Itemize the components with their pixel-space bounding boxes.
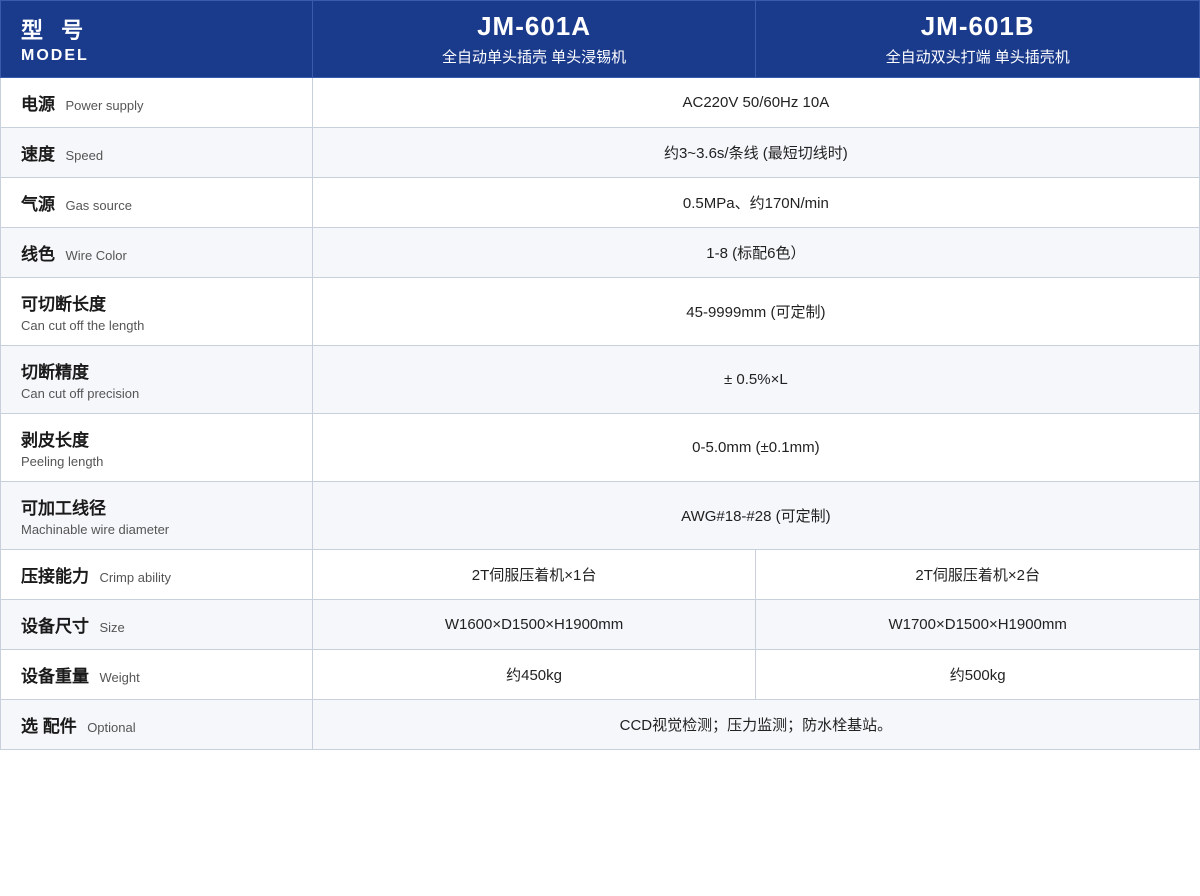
label-zh-wire_dia: 可加工线径 <box>21 494 292 519</box>
table-row: 速度 Speed 约3~3.6s/条线 (最短切线时) <box>1 128 1200 178</box>
label-en-cut_precision: Can cut off precision <box>21 386 292 401</box>
value-cell-optional: CCD视觉检测；压力监测；防水栓基站。 <box>312 700 1199 750</box>
jm601a-name: JM-601A <box>329 11 740 42</box>
label-en-speed: Speed <box>65 148 103 163</box>
table-row: 电源 Power supply AC220V 50/60Hz 10A <box>1 78 1200 128</box>
label-cell-wire_color: 线色 Wire Color <box>1 228 313 278</box>
label-cell-size: 设备尺寸 Size <box>1 600 313 650</box>
label-cell-gas: 气源 Gas source <box>1 178 313 228</box>
label-cell-power: 电源 Power supply <box>1 78 313 128</box>
value-a-cell-size: W1600×D1500×H1900mm <box>312 600 756 650</box>
value-cell-speed: 约3~3.6s/条线 (最短切线时) <box>312 128 1199 178</box>
jm601a-desc: 全自动单头插壳 单头浸锡机 <box>329 46 740 67</box>
table-row: 切断精度 Can cut off precision ± 0.5%×L <box>1 346 1200 414</box>
table-row: 设备重量 Weight 约450kg约500kg <box>1 650 1200 700</box>
table-row: 剥皮长度 Peeling length 0-5.0mm (±0.1mm) <box>1 414 1200 482</box>
table-row: 压接能力 Crimp ability 2T伺服压着机×1台2T伺服压着机×2台 <box>1 550 1200 600</box>
table-row: 设备尺寸 Size W1600×D1500×H1900mmW1700×D1500… <box>1 600 1200 650</box>
jm601a-header: JM-601A 全自动单头插壳 单头浸锡机 <box>312 1 756 78</box>
value-cell-peel_length: 0-5.0mm (±0.1mm) <box>312 414 1199 482</box>
label-cell-wire_dia: 可加工线径 Machinable wire diameter <box>1 482 313 550</box>
model-zh-label: 型 号 <box>21 13 296 45</box>
value-cell-gas: 0.5MPa、约170N/min <box>312 178 1199 228</box>
table-row: 气源 Gas source 0.5MPa、约170N/min <box>1 178 1200 228</box>
value-cell-wire_color: 1-8 (标配6色） <box>312 228 1199 278</box>
label-zh-gas: 气源 <box>21 195 55 214</box>
label-zh-optional: 选 配件 <box>21 717 77 736</box>
label-zh-power: 电源 <box>21 95 55 114</box>
label-en-power: Power supply <box>65 98 143 113</box>
label-cell-optional: 选 配件 Optional <box>1 700 313 750</box>
label-en-size: Size <box>99 620 124 635</box>
value-cell-cut_precision: ± 0.5%×L <box>312 346 1199 414</box>
model-en-label: MODEL <box>21 47 296 65</box>
jm601b-header: JM-601B 全自动双头打端 单头插壳机 <box>756 1 1200 78</box>
jm601b-desc: 全自动双头打端 单头插壳机 <box>772 46 1183 67</box>
label-en-weight: Weight <box>99 670 139 685</box>
label-cell-cut_length: 可切断长度 Can cut off the length <box>1 278 313 346</box>
label-zh-wire_color: 线色 <box>21 245 55 264</box>
value-cell-cut_length: 45-9999mm (可定制) <box>312 278 1199 346</box>
label-cell-weight: 设备重量 Weight <box>1 650 313 700</box>
label-cell-crimp: 压接能力 Crimp ability <box>1 550 313 600</box>
label-en-optional: Optional <box>87 720 135 735</box>
table-row: 可切断长度 Can cut off the length 45-9999mm (… <box>1 278 1200 346</box>
label-en-cut_length: Can cut off the length <box>21 318 292 333</box>
label-en-peel_length: Peeling length <box>21 454 292 469</box>
label-zh-cut_precision: 切断精度 <box>21 358 292 383</box>
spec-table-container: 型 号 MODEL JM-601A 全自动单头插壳 单头浸锡机 JM-601B … <box>0 0 1200 750</box>
label-zh-weight: 设备重量 <box>21 667 89 686</box>
table-row: 选 配件 Optional CCD视觉检测；压力监测；防水栓基站。 <box>1 700 1200 750</box>
model-header: 型 号 MODEL <box>1 1 313 78</box>
label-en-wire_color: Wire Color <box>65 248 126 263</box>
label-zh-crimp: 压接能力 <box>21 567 89 586</box>
header-row: 型 号 MODEL JM-601A 全自动单头插壳 单头浸锡机 JM-601B … <box>1 1 1200 78</box>
label-en-gas: Gas source <box>65 198 131 213</box>
value-cell-wire_dia: AWG#18-#28 (可定制) <box>312 482 1199 550</box>
label-zh-peel_length: 剥皮长度 <box>21 426 292 451</box>
label-en-wire_dia: Machinable wire diameter <box>21 522 292 537</box>
jm601b-name: JM-601B <box>772 11 1183 42</box>
label-zh-size: 设备尺寸 <box>21 617 89 636</box>
label-zh-speed: 速度 <box>21 145 55 164</box>
label-cell-cut_precision: 切断精度 Can cut off precision <box>1 346 313 414</box>
table-row: 线色 Wire Color 1-8 (标配6色） <box>1 228 1200 278</box>
value-b-cell-crimp: 2T伺服压着机×2台 <box>756 550 1200 600</box>
label-cell-peel_length: 剥皮长度 Peeling length <box>1 414 313 482</box>
spec-table: 型 号 MODEL JM-601A 全自动单头插壳 单头浸锡机 JM-601B … <box>0 0 1200 750</box>
label-cell-speed: 速度 Speed <box>1 128 313 178</box>
table-row: 可加工线径 Machinable wire diameter AWG#18-#2… <box>1 482 1200 550</box>
label-en-crimp: Crimp ability <box>99 570 171 585</box>
value-b-cell-weight: 约500kg <box>756 650 1200 700</box>
value-cell-power: AC220V 50/60Hz 10A <box>312 78 1199 128</box>
value-b-cell-size: W1700×D1500×H1900mm <box>756 600 1200 650</box>
value-a-cell-crimp: 2T伺服压着机×1台 <box>312 550 756 600</box>
value-a-cell-weight: 约450kg <box>312 650 756 700</box>
label-zh-cut_length: 可切断长度 <box>21 290 292 315</box>
